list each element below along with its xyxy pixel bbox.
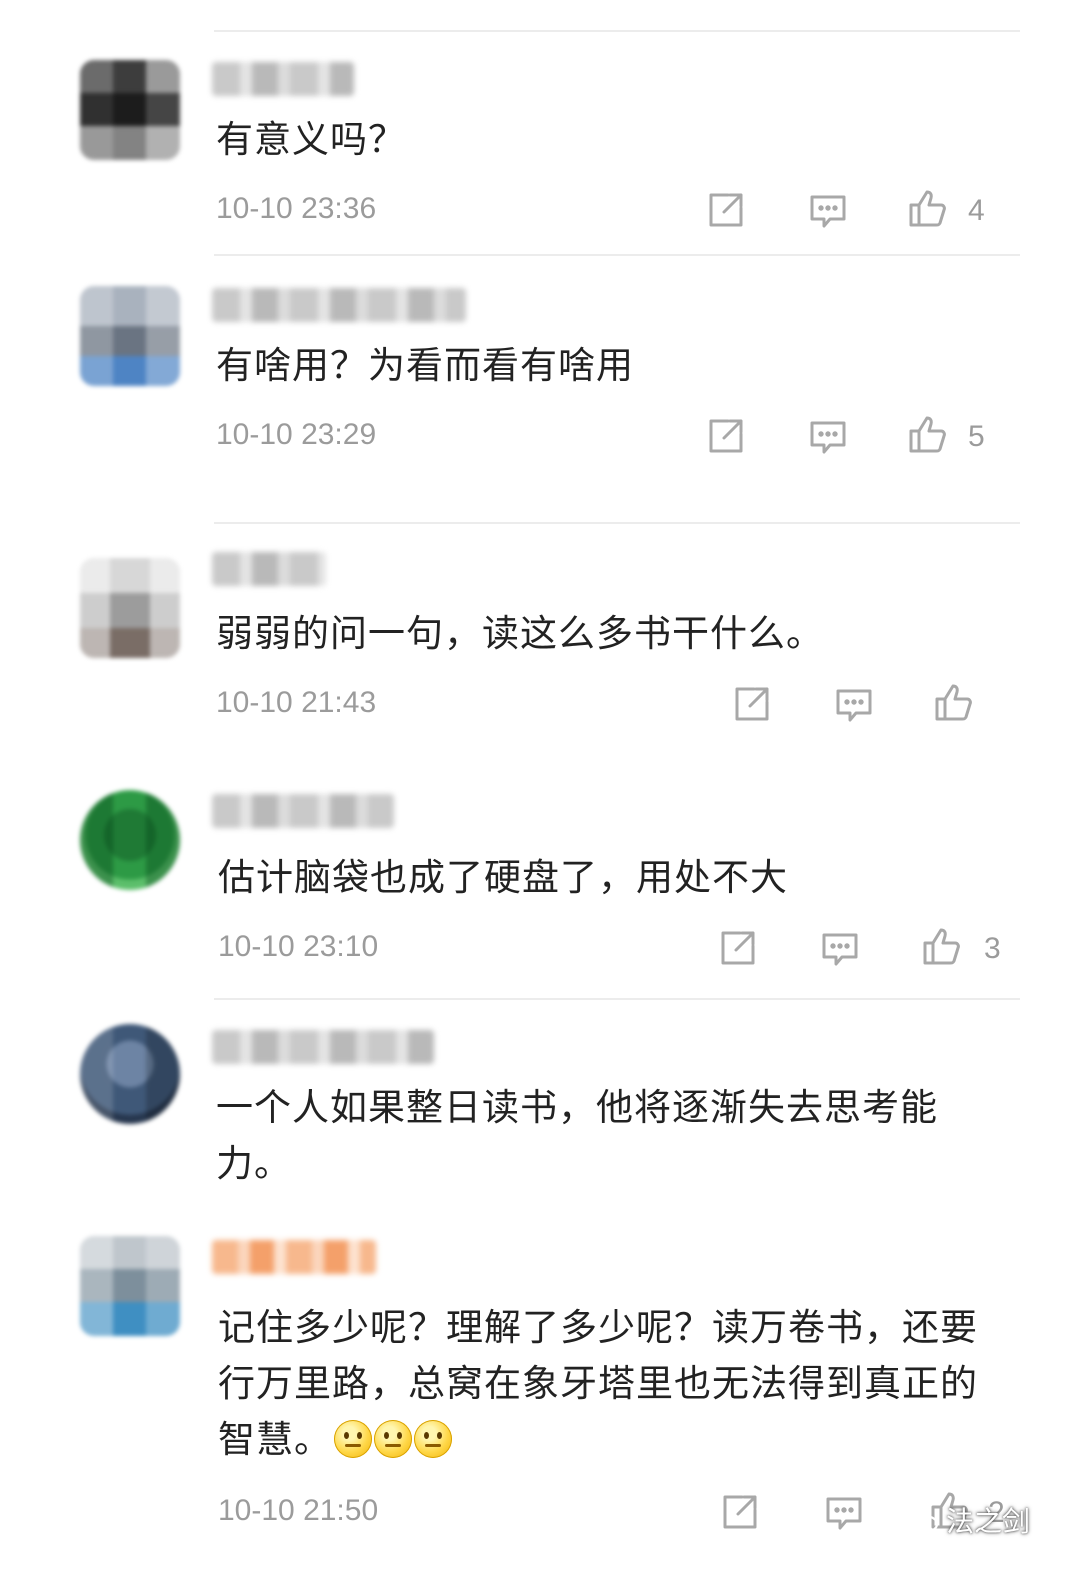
share-icon[interactable] (718, 928, 758, 968)
reply-icon[interactable] (808, 418, 848, 458)
share-icon[interactable] (706, 416, 746, 456)
comment-time: 10-10 23:29 (216, 418, 377, 451)
comment-time: 10-10 21:43 (216, 686, 377, 719)
comment-text: 弱弱的问一句，读这么多书干什么。 (216, 612, 824, 655)
reply-icon[interactable] (820, 930, 860, 970)
thumbs-up-icon[interactable] (908, 414, 948, 454)
smile-emoji-icon (414, 1420, 452, 1458)
avatar[interactable] (80, 60, 180, 160)
smile-emoji-icon (334, 1420, 372, 1458)
username-blurred[interactable] (212, 1030, 434, 1064)
comment-text: 有啥用？为看而看有啥用 (216, 344, 634, 387)
share-icon[interactable] (720, 1492, 760, 1532)
comment-text: 一个人如果整日读书，他将逐渐失去思考能力。 (216, 1086, 938, 1185)
username-blurred[interactable] (212, 1240, 376, 1274)
reply-icon[interactable] (808, 192, 848, 232)
comment-time: 10-10 21:50 (218, 1494, 379, 1527)
username-blurred[interactable] (212, 552, 326, 586)
comment-time: 10-10 23:10 (218, 930, 379, 963)
watermark: 法之剑 (900, 1500, 1030, 1540)
avatar[interactable] (80, 1236, 180, 1336)
comment-text: 估计脑袋也成了硬盘了，用处不大 (218, 856, 788, 899)
username-blurred[interactable] (212, 794, 394, 828)
comment-time: 10-10 23:36 (216, 192, 377, 225)
like-count: 3 (984, 932, 1001, 965)
thumbs-up-icon[interactable] (934, 682, 974, 722)
comment-text: 有意义吗？ (216, 118, 406, 161)
reply-icon[interactable] (834, 686, 874, 726)
thumbs-up-icon[interactable] (908, 188, 948, 228)
comment-text-content: 记住多少呢？理解了多少呢？读万卷书，还要行万里路，总窝在象牙塔里也无法得到真正的… (218, 1306, 978, 1461)
divider (214, 522, 1020, 524)
wechat-logo-icon (900, 1505, 940, 1535)
avatar[interactable] (80, 286, 180, 386)
divider (214, 998, 1020, 1000)
avatar[interactable] (80, 1024, 180, 1124)
divider (214, 254, 1020, 256)
comment-list: 有意义吗？ 10-10 23:36 4 有啥用？为看而看有啥用 10-10 23… (0, 0, 1080, 1588)
reply-icon[interactable] (824, 1494, 864, 1534)
like-count: 4 (968, 194, 985, 227)
thumbs-up-icon[interactable] (922, 926, 962, 966)
like-count: 5 (968, 420, 985, 453)
smile-emoji-icon (374, 1420, 412, 1458)
share-icon[interactable] (706, 190, 746, 230)
comment-text: 记住多少呢？理解了多少呢？读万卷书，还要行万里路，总窝在象牙塔里也无法得到真正的… (218, 1300, 1008, 1468)
avatar[interactable] (80, 558, 180, 658)
username-blurred[interactable] (212, 62, 354, 96)
username-blurred[interactable] (212, 288, 466, 322)
watermark-text: 法之剑 (946, 1505, 1031, 1538)
divider (214, 30, 1020, 32)
avatar[interactable] (80, 790, 180, 890)
share-icon[interactable] (732, 684, 772, 724)
